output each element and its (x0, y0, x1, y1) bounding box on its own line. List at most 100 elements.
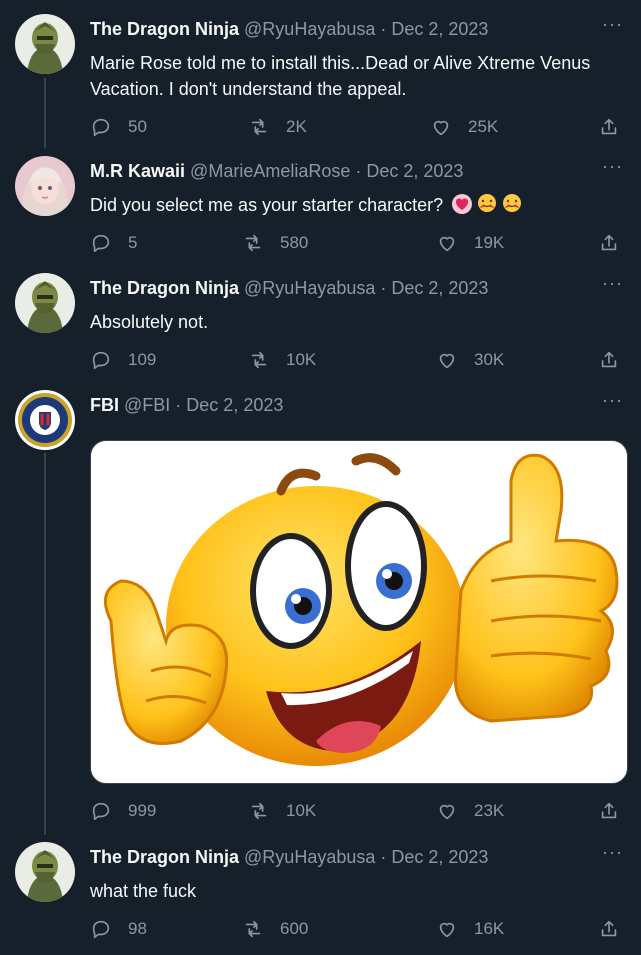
tweet-date[interactable]: Dec 2, 2023 (391, 847, 488, 867)
author-name[interactable]: The Dragon Ninja (90, 19, 239, 39)
tweet-actions: 999 10K 23K (90, 798, 621, 824)
tweet[interactable]: The Dragon Ninja @RyuHayabusa · Dec 2, 2… (0, 842, 641, 947)
retweet-button[interactable]: 10K (248, 347, 316, 373)
tweet-date[interactable]: Dec 2, 2023 (391, 278, 488, 298)
reply-icon (92, 351, 110, 370)
author-name[interactable]: FBI (90, 395, 119, 415)
reply-button[interactable]: 999 (90, 798, 156, 824)
author-name[interactable]: The Dragon Ninja (90, 278, 239, 298)
fbi-seal-icon (15, 390, 75, 450)
reply-count: 109 (128, 350, 157, 369)
separator: · (375, 19, 392, 39)
retweet-button[interactable]: 10K (248, 798, 316, 824)
ninja-avatar-icon (15, 14, 75, 74)
avatar[interactable] (15, 273, 75, 333)
reply-count: 5 (128, 233, 138, 252)
heart-icon (439, 236, 455, 252)
tweet-actions: 5 580 19K (90, 230, 621, 256)
author-handle[interactable]: @RyuHayabusa (244, 19, 375, 39)
tweet[interactable]: M.R Kawaii @MarieAmeliaRose · Dec 2, 202… (0, 156, 641, 256)
hugging-face-emoji-icon (503, 194, 522, 212)
tweet-media-image[interactable] (90, 440, 628, 784)
reply-icon (92, 234, 110, 253)
heart-emoji-icon (452, 194, 473, 214)
tweet-text: Did you select me as your starter charac… (90, 195, 444, 215)
tweet[interactable]: The Dragon Ninja @RyuHayabusa · Dec 2, 2… (0, 14, 641, 137)
retweet-count: 10K (286, 801, 317, 820)
share-button[interactable] (598, 230, 620, 256)
reply-button[interactable]: 109 (90, 347, 156, 373)
like-button[interactable]: 19K (436, 230, 504, 256)
heart-icon (439, 804, 455, 820)
retweet-icon (245, 920, 261, 938)
reply-button[interactable]: 50 (90, 114, 147, 140)
heart-icon (433, 120, 449, 136)
author-name[interactable]: M.R Kawaii (90, 161, 185, 181)
marie-rose-avatar-icon (15, 156, 75, 216)
tweet-header: FBI @FBI · Dec 2, 2023 (90, 395, 581, 419)
avatar[interactable] (15, 390, 75, 450)
tweet-text-container: Did you select me as your starter charac… (90, 192, 621, 218)
avatar[interactable] (15, 14, 75, 74)
reply-count: 50 (128, 117, 147, 136)
share-icon (601, 802, 617, 819)
more-options-button[interactable]: ··· (602, 273, 623, 294)
retweet-button[interactable]: 580 (242, 230, 308, 256)
tweet-text: what the fuck (90, 881, 197, 901)
separator: · (375, 278, 392, 298)
more-options-button[interactable]: ··· (602, 14, 623, 35)
share-button[interactable] (598, 347, 620, 373)
like-count: 19K (474, 233, 505, 252)
share-button[interactable] (598, 114, 620, 140)
tweet[interactable]: FBI @FBI · Dec 2, 2023 ··· 999 10K 23K (0, 390, 641, 830)
tweet-date[interactable]: Dec 2, 2023 (366, 161, 463, 181)
more-options-button[interactable]: ··· (602, 156, 623, 177)
like-count: 23K (474, 801, 505, 820)
reply-button[interactable]: 5 (90, 230, 137, 256)
thumbs-up-emoji-image (103, 453, 619, 766)
tweet-text: Absolutely not. (90, 312, 209, 332)
tweet-actions: 50 2K 25K (90, 114, 621, 140)
author-name[interactable]: The Dragon Ninja (90, 847, 239, 867)
author-handle[interactable]: @FBI (124, 395, 170, 415)
retweet-icon (245, 234, 261, 252)
tweet-actions: 98 600 16K (90, 916, 621, 942)
retweet-count: 600 (280, 919, 309, 938)
reply-icon (92, 802, 110, 821)
like-button[interactable]: 16K (436, 916, 504, 942)
author-handle[interactable]: @RyuHayabusa (244, 847, 375, 867)
heart-icon (439, 922, 455, 938)
retweet-icon (251, 351, 267, 369)
tweet[interactable]: The Dragon Ninja @RyuHayabusa · Dec 2, 2… (0, 273, 641, 373)
tweet-header: The Dragon Ninja @RyuHayabusa · Dec 2, 2… (90, 847, 581, 871)
author-handle[interactable]: @RyuHayabusa (244, 278, 375, 298)
like-button[interactable]: 30K (436, 347, 504, 373)
separator: · (350, 161, 367, 181)
reply-icon (92, 920, 110, 939)
like-count: 25K (468, 117, 499, 136)
hugging-face-emoji-icon (478, 194, 497, 212)
reply-icon (92, 118, 110, 137)
like-button[interactable]: 23K (436, 798, 504, 824)
avatar[interactable] (15, 842, 75, 902)
tweet-date[interactable]: Dec 2, 2023 (391, 19, 488, 39)
like-count: 30K (474, 350, 505, 369)
avatar[interactable] (15, 156, 75, 216)
share-button[interactable] (598, 916, 620, 942)
tweet-date[interactable]: Dec 2, 2023 (186, 395, 283, 415)
retweet-button[interactable]: 600 (242, 916, 308, 942)
share-button[interactable] (598, 798, 620, 824)
retweet-count: 2K (286, 117, 307, 136)
more-options-button[interactable]: ··· (602, 842, 623, 863)
tweet-header: The Dragon Ninja @RyuHayabusa · Dec 2, 2… (90, 278, 581, 302)
author-handle[interactable]: @MarieAmeliaRose (190, 161, 350, 181)
more-options-button[interactable]: ··· (602, 390, 623, 411)
separator: · (170, 395, 187, 415)
tweet-text: Marie Rose told me to install this...Dea… (90, 53, 591, 99)
share-icon (601, 920, 617, 937)
retweet-button[interactable]: 2K (248, 114, 307, 140)
tweet-actions: 109 10K 30K (90, 347, 621, 373)
retweet-count: 580 (280, 233, 309, 252)
like-button[interactable]: 25K (430, 114, 498, 140)
reply-button[interactable]: 98 (90, 916, 147, 942)
